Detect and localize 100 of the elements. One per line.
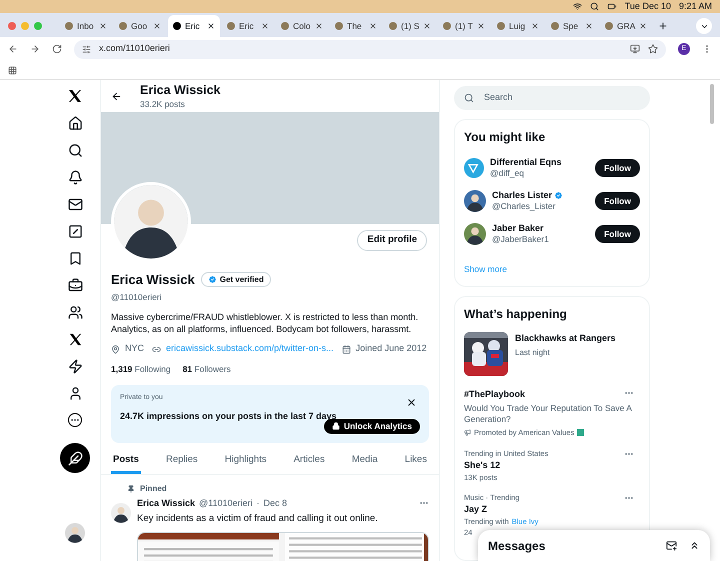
header-name: Erica Wissick [140, 82, 220, 98]
tab-title: Spe [563, 20, 578, 32]
install-icon[interactable] [630, 44, 640, 54]
close-icon[interactable] [369, 22, 377, 30]
close-icon[interactable] [639, 22, 648, 30]
close-icon[interactable] [315, 22, 323, 30]
browser-tab[interactable]: Luig [492, 15, 544, 37]
post-button[interactable] [60, 443, 90, 473]
x-icon[interactable] [68, 332, 82, 347]
search-icon[interactable] [590, 2, 599, 11]
get-verified-button[interactable]: Get verified [200, 272, 271, 288]
menu-bar-time: 9:21 AM [678, 0, 712, 13]
back-icon[interactable] [8, 44, 18, 54]
favicon-icon [335, 22, 343, 30]
tab-title: GRA [617, 20, 636, 32]
link-icon [152, 344, 162, 354]
close-icon[interactable] [585, 22, 593, 30]
browser-tab[interactable]: Spe [546, 15, 598, 37]
bookmark-icon[interactable] [68, 251, 82, 266]
close-window-icon[interactable] [8, 22, 16, 30]
edit-profile-button[interactable]: Edit profile [357, 230, 427, 251]
promo-text: Would You Trade Your Reputation To Save A Generation? [464, 403, 633, 426]
new-tab-icon[interactable] [658, 21, 668, 31]
apps-icon[interactable] [8, 66, 17, 74]
close-icon[interactable] [99, 22, 107, 30]
account-avatar [464, 222, 486, 245]
wifi-icon[interactable] [572, 2, 582, 11]
tab-title: The [347, 20, 362, 32]
browser-tab[interactable]: Goo [114, 15, 166, 37]
lightning-icon[interactable] [68, 359, 82, 374]
profile-tab[interactable]: Highlights [222, 450, 268, 474]
address-field[interactable]: x.com/11010erieri [74, 40, 666, 58]
close-icon[interactable] [531, 22, 539, 30]
scrollbar[interactable] [710, 84, 714, 124]
followers-link[interactable]: 81 Followers [182, 362, 231, 376]
account-handle: @Charles_Lister [492, 201, 556, 212]
account-name: Jaber Baker [492, 222, 544, 234]
browser-tab[interactable]: GRA [600, 15, 652, 37]
home-icon[interactable] [68, 116, 82, 131]
browser-tab[interactable]: Inbo [60, 15, 112, 37]
browser-tab[interactable]: Colo [276, 15, 328, 37]
more-icon[interactable] [68, 413, 82, 427]
close-icon[interactable] [477, 22, 485, 30]
x-logo[interactable] [67, 88, 83, 104]
bell-icon[interactable] [68, 170, 82, 185]
profile-tab[interactable]: Likes [402, 450, 429, 474]
follow-button[interactable]: Follow [595, 192, 640, 210]
trend-title: #ThePlaybook [464, 388, 526, 401]
bookmark-star-icon[interactable] [648, 44, 658, 54]
follow-button[interactable]: Follow [595, 224, 640, 243]
people-icon[interactable] [68, 305, 82, 320]
ad-icon [464, 429, 471, 436]
messages-drawer[interactable]: Messages [478, 530, 710, 561]
search-field[interactable]: Search [454, 86, 650, 110]
browser-tab[interactable]: Eric [168, 15, 220, 37]
author-handle: @11010erieri [198, 496, 252, 510]
back-icon[interactable] [111, 90, 122, 102]
tab-title: Eric [239, 20, 254, 32]
close-icon[interactable] [423, 22, 432, 30]
profile-tab[interactable]: Posts [111, 450, 141, 474]
close-icon[interactable] [261, 22, 269, 30]
briefcase-icon[interactable] [68, 278, 82, 293]
account-avatar [464, 190, 486, 212]
brand-icon [577, 429, 584, 436]
profile-name: Erica Wissick [111, 271, 195, 289]
profile-tab[interactable]: Articles [292, 450, 327, 474]
browser-tab[interactable]: (1) T [438, 15, 490, 37]
profile-tab[interactable]: Replies [164, 450, 200, 474]
close-icon[interactable] [406, 396, 417, 408]
forward-icon[interactable] [30, 44, 40, 54]
url-text: x.com/11010erieri [99, 42, 170, 56]
profile-tab[interactable]: Media [350, 450, 380, 474]
trend-title: Blackhawks at Rangers [515, 332, 616, 345]
tab-title: (1) S [401, 20, 420, 32]
favicon-icon [281, 22, 289, 30]
favicon-icon [497, 22, 505, 30]
tab-title: Colo [293, 20, 310, 32]
person-icon[interactable] [68, 386, 82, 401]
card-title: You might like [464, 129, 546, 146]
follow-button[interactable]: Follow [595, 158, 640, 177]
mail-icon[interactable] [68, 197, 82, 212]
slash-square-icon[interactable] [68, 224, 82, 239]
tab-title: Goo [131, 20, 148, 32]
reload-icon[interactable] [52, 44, 62, 54]
author-name: Erica Wissick [137, 496, 195, 510]
post-count: 33.2K posts [140, 98, 186, 110]
feather-icon [68, 450, 82, 466]
following-link[interactable]: 1,319 Following [111, 362, 171, 376]
search-icon[interactable] [68, 143, 82, 158]
post-date: Dec 8 [263, 496, 287, 510]
battery-icon[interactable] [606, 2, 617, 11]
close-icon[interactable] [207, 22, 215, 30]
browser-tab[interactable]: Eric [222, 15, 274, 37]
browser-tab[interactable]: (1) S [384, 15, 436, 37]
expand-icon[interactable] [689, 540, 700, 551]
new-message-icon[interactable] [666, 540, 677, 551]
calendar-icon [342, 344, 351, 354]
author-avatar [111, 502, 131, 522]
close-icon[interactable] [153, 22, 161, 30]
browser-tab[interactable]: The [330, 15, 382, 37]
